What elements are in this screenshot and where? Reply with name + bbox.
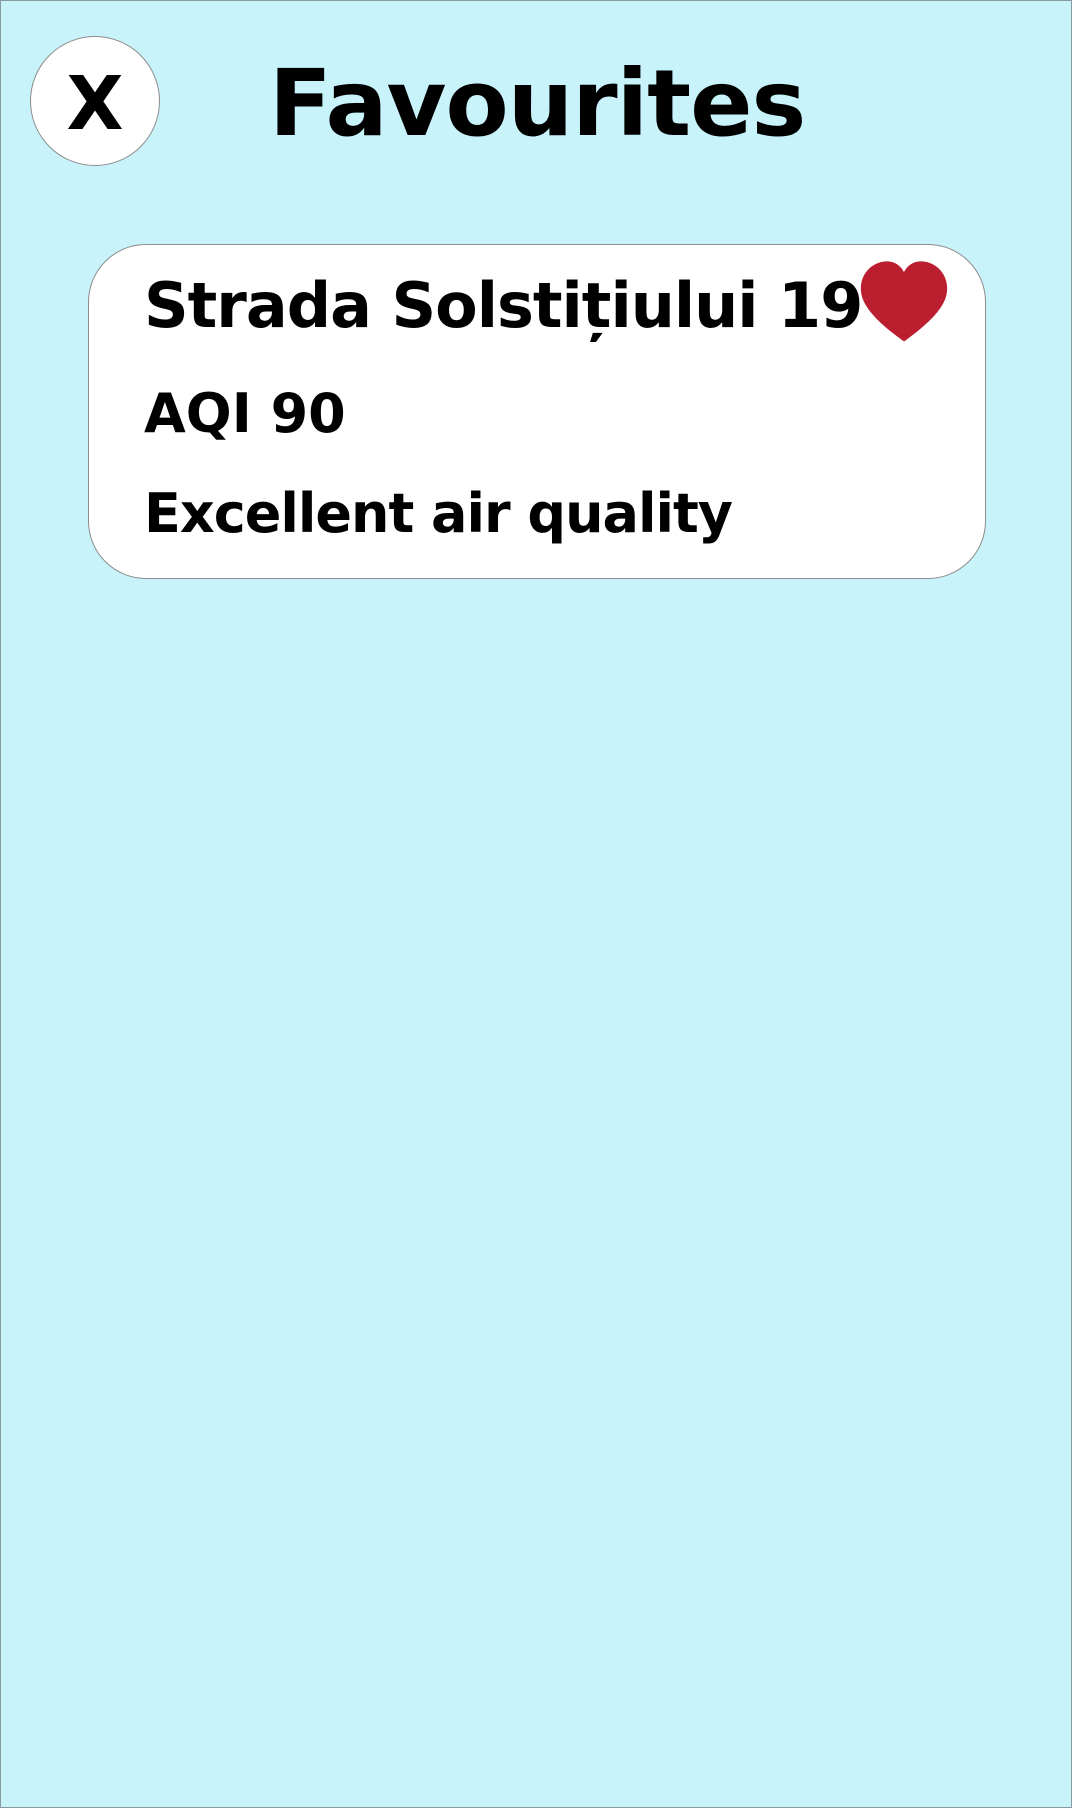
page-title: Favourites <box>269 50 806 157</box>
favourites-screen: X Favourites Strada Solstițiului 19 AQI … <box>0 0 1072 1808</box>
aqi-value: AQI 90 <box>144 382 346 445</box>
close-icon: X <box>66 61 124 147</box>
air-quality-status: Excellent air quality <box>144 482 733 545</box>
heart-icon <box>860 261 948 342</box>
close-button[interactable]: X <box>30 36 160 166</box>
favourite-card[interactable]: Strada Solstițiului 19 AQI 90 Excellent … <box>88 244 986 579</box>
favourite-toggle-button[interactable] <box>859 259 949 343</box>
favourite-location: Strada Solstițiului 19 <box>144 269 863 342</box>
